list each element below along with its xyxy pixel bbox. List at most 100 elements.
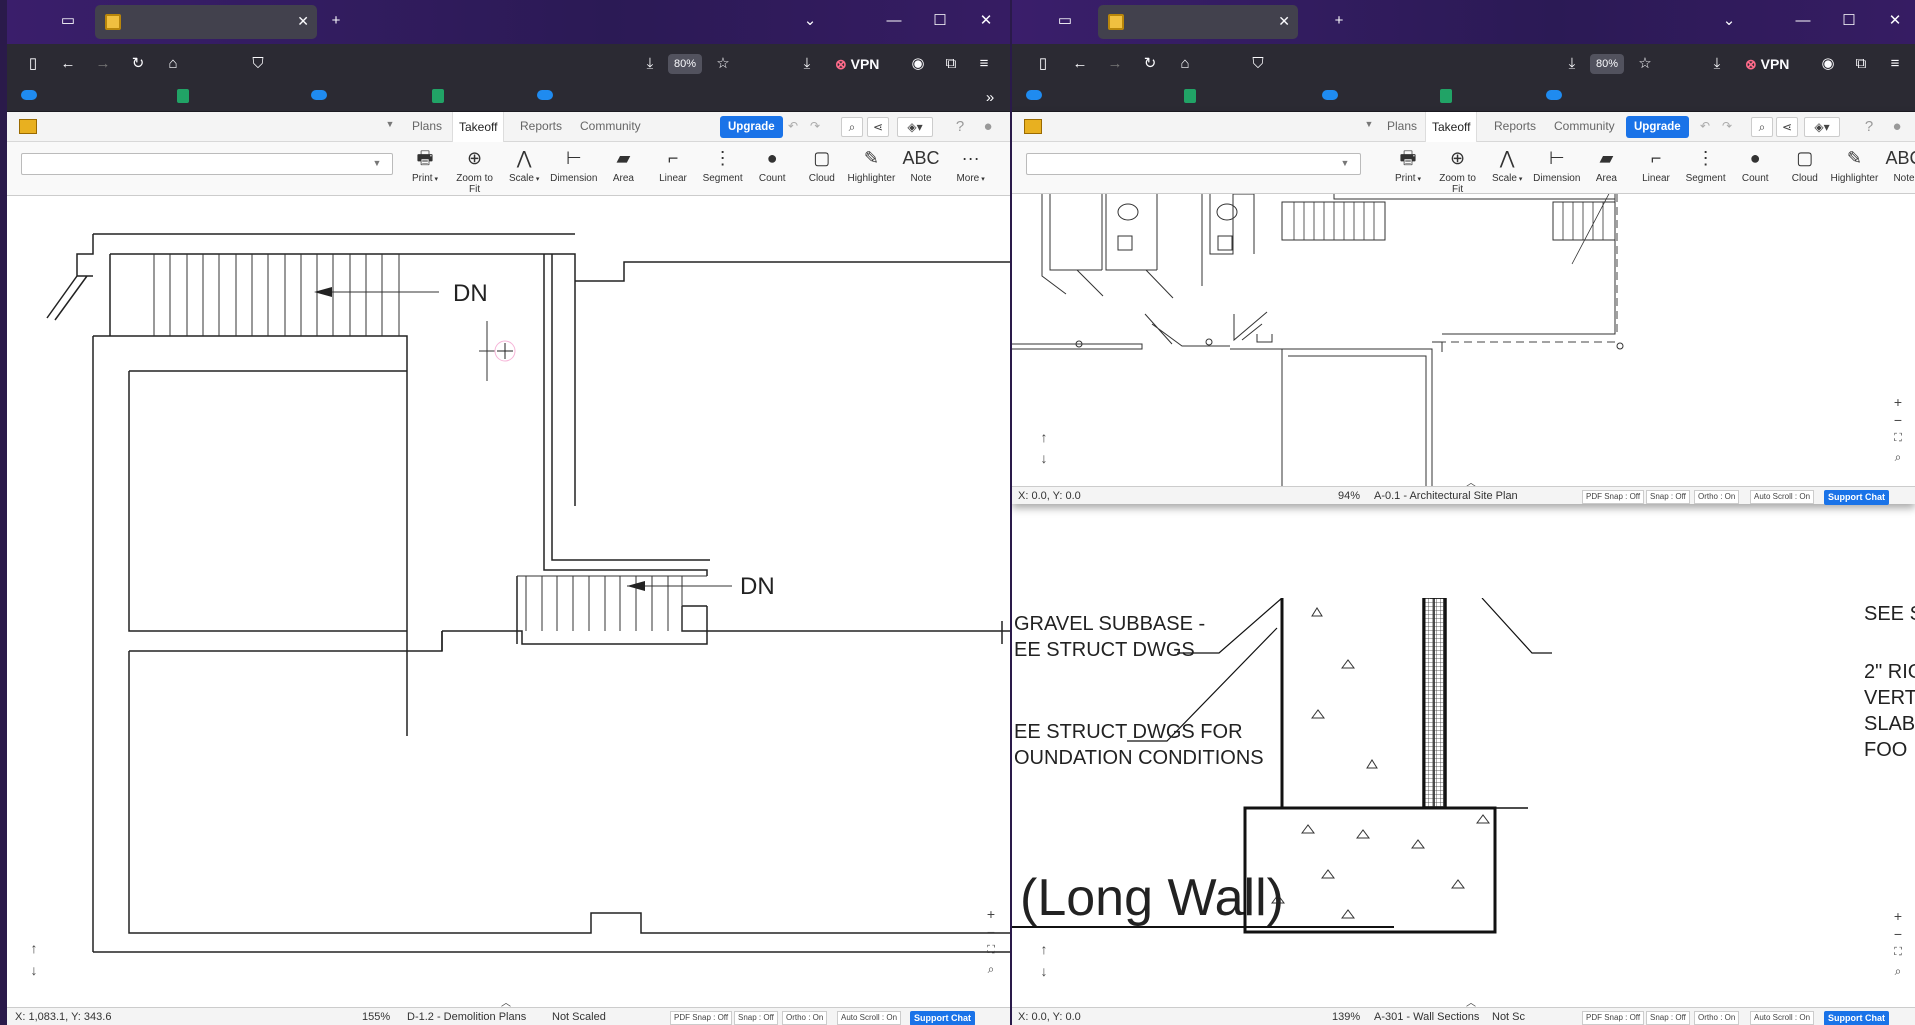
tool-segment-button[interactable]: ⋮ Segment bbox=[699, 147, 747, 184]
menu-plans[interactable]: Plans bbox=[412, 119, 442, 133]
star-icon[interactable]: ☆ bbox=[712, 56, 734, 71]
browser-tab[interactable]: ✕ bbox=[95, 5, 317, 39]
firefox-view-icon[interactable]: ▭ bbox=[57, 13, 79, 28]
zoom-indicator[interactable]: 80% bbox=[1590, 54, 1624, 74]
support-chat-button[interactable]: Support Chat bbox=[1824, 490, 1889, 505]
pdf-snap-toggle[interactable]: PDF Snap : Off bbox=[1582, 490, 1645, 504]
magnify-icon[interactable]: ⌕ bbox=[1889, 964, 1907, 979]
overflow-chevron-icon[interactable]: » bbox=[979, 90, 1001, 105]
fit-screen-icon[interactable]: ⛶ bbox=[1889, 432, 1907, 445]
auto-scroll-toggle[interactable]: Auto Scroll : On bbox=[1750, 490, 1815, 504]
menu-takeoff[interactable]: Takeoff bbox=[1425, 112, 1478, 142]
home-icon[interactable]: ⌂ bbox=[1174, 56, 1196, 71]
plan-selector[interactable]: ▼ bbox=[21, 153, 393, 175]
snap-toggle[interactable]: Snap : Off bbox=[1646, 490, 1690, 504]
layers-icon[interactable]: ◈▾ bbox=[897, 117, 933, 137]
support-chat-button[interactable]: Support Chat bbox=[1824, 1011, 1889, 1025]
star-icon[interactable]: ☆ bbox=[1634, 56, 1656, 71]
menu-plans[interactable]: Plans bbox=[1387, 119, 1417, 133]
tool-segment-button[interactable]: ⋮ Segment bbox=[1682, 147, 1730, 184]
tool-cloud-button[interactable]: ▢ Cloud bbox=[798, 147, 846, 184]
home-icon[interactable]: ⌂ bbox=[162, 56, 184, 71]
pdf-snap-toggle[interactable]: PDF Snap : Off bbox=[670, 1011, 733, 1025]
menu-community[interactable]: Community bbox=[1554, 119, 1615, 133]
magnify-icon[interactable]: ⌕ bbox=[1889, 450, 1907, 465]
menu-icon[interactable]: ≡ bbox=[973, 56, 995, 71]
user-icon[interactable]: ● bbox=[1886, 119, 1908, 134]
scroll-down-icon[interactable]: ↓ bbox=[1035, 450, 1053, 466]
tool-linear-button[interactable]: ⌐ Linear bbox=[649, 147, 697, 184]
snap-toggle[interactable]: Snap : Off bbox=[734, 1011, 778, 1025]
close-tab-icon[interactable]: ✕ bbox=[1278, 13, 1290, 30]
account-icon[interactable]: ◉ bbox=[1817, 56, 1839, 71]
shield-icon[interactable]: ⛉ bbox=[1247, 56, 1269, 71]
vpn-button[interactable]: ⊗ VPN bbox=[1745, 56, 1789, 73]
tool-zoom-to-fit-button[interactable]: ⊕ Zoom to Fit bbox=[1434, 147, 1482, 195]
tool-more-button[interactable]: ··· More ▾ bbox=[947, 147, 995, 184]
menu-takeoff[interactable]: Takeoff bbox=[452, 112, 505, 142]
share-icon[interactable]: ⋖ bbox=[867, 117, 889, 137]
auto-scroll-toggle[interactable]: Auto Scroll : On bbox=[837, 1011, 902, 1025]
scroll-down-icon[interactable]: ↓ bbox=[1035, 963, 1053, 979]
fit-screen-icon[interactable]: ⛶ bbox=[1889, 946, 1907, 959]
account-icon[interactable]: ◉ bbox=[907, 56, 929, 71]
page-zoom[interactable]: 139% bbox=[1332, 1011, 1360, 1023]
browser-tab[interactable]: ✕ bbox=[1098, 5, 1298, 39]
plan-selector[interactable]: ▼ bbox=[1026, 153, 1361, 175]
sheet-name[interactable]: D-1.2 - Demolition Plans bbox=[407, 1011, 526, 1023]
search-icon[interactable]: ⌕ bbox=[841, 117, 863, 137]
minimize-icon[interactable]: — bbox=[1792, 13, 1814, 28]
sheet-name[interactable]: A-301 - Wall Sections bbox=[1374, 1011, 1479, 1023]
tool-highlighter-button[interactable]: ✎ Highlighter bbox=[1830, 147, 1878, 184]
onedrive-icon[interactable] bbox=[537, 90, 553, 100]
user-icon[interactable]: ● bbox=[977, 119, 999, 134]
zoom-in-icon[interactable]: + bbox=[1889, 394, 1907, 410]
tool-zoom-to-fit-button[interactable]: ⊕ Zoom to Fit bbox=[451, 147, 499, 195]
tool-area-button[interactable]: ▰ Area bbox=[599, 147, 647, 184]
zoom-out-icon[interactable]: − bbox=[982, 924, 1000, 940]
save-page-icon[interactable]: ⤓ bbox=[1561, 56, 1583, 71]
tool-dimension-button[interactable]: ⊢ Dimension bbox=[550, 147, 598, 184]
scroll-up-icon[interactable]: ↑ bbox=[1035, 429, 1053, 445]
ortho-toggle[interactable]: Ortho : On bbox=[1694, 1011, 1740, 1025]
fit-screen-icon[interactable]: ⛶ bbox=[982, 944, 1000, 957]
tool-scale-button[interactable]: ⋀ Scale ▾ bbox=[500, 147, 548, 184]
close-window-icon[interactable]: ✕ bbox=[1884, 13, 1906, 28]
zoom-in-icon[interactable]: + bbox=[1889, 908, 1907, 924]
zoom-in-icon[interactable]: + bbox=[982, 906, 1000, 922]
tool-count-button[interactable]: ● Count bbox=[1731, 147, 1779, 184]
menu-reports[interactable]: Reports bbox=[520, 119, 562, 133]
scale-status[interactable]: Not Sc bbox=[1492, 1011, 1525, 1023]
dropdown-caret-icon[interactable]: ▼ bbox=[379, 120, 401, 129]
maximize-icon[interactable]: ☐ bbox=[1838, 13, 1860, 28]
sidebar-icon[interactable]: ▯ bbox=[22, 56, 44, 71]
new-tab-icon[interactable]: + bbox=[1328, 13, 1350, 28]
tool-count-button[interactable]: ● Count bbox=[748, 147, 796, 184]
tool-scale-button[interactable]: ⋀ Scale ▾ bbox=[1483, 147, 1531, 184]
excel-icon[interactable] bbox=[1440, 89, 1452, 103]
redo-icon[interactable]: ↷ bbox=[804, 120, 826, 132]
scroll-up-icon[interactable]: ↑ bbox=[25, 940, 43, 956]
tool-highlighter-button[interactable]: ✎ Highlighter bbox=[847, 147, 895, 184]
share-icon[interactable]: ⋖ bbox=[1776, 117, 1798, 137]
excel-icon[interactable] bbox=[1184, 89, 1196, 103]
close-window-icon[interactable]: ✕ bbox=[975, 13, 997, 28]
back-icon[interactable]: ← bbox=[1069, 56, 1091, 71]
back-icon[interactable]: ← bbox=[57, 56, 79, 71]
sidebar-icon[interactable]: ▯ bbox=[1032, 56, 1054, 71]
list-tabs-icon[interactable]: ⌄ bbox=[1718, 13, 1740, 28]
download-icon[interactable]: ⤓ bbox=[796, 56, 818, 71]
snap-toggle[interactable]: Snap : Off bbox=[1646, 1011, 1690, 1025]
plan-canvas-wall-sections[interactable]: GRAVEL SUBBASE - EE STRUCT DWGS EE STRUC… bbox=[1012, 598, 1915, 1009]
menu-reports[interactable]: Reports bbox=[1494, 119, 1536, 133]
zoom-out-icon[interactable]: − bbox=[1889, 926, 1907, 942]
tool-cloud-button[interactable]: ▢ Cloud bbox=[1781, 147, 1829, 184]
extensions-icon[interactable]: ⧉ bbox=[1850, 56, 1872, 71]
magnify-icon[interactable]: ⌕ bbox=[982, 962, 1000, 977]
onedrive-icon[interactable] bbox=[311, 90, 327, 100]
support-chat-button[interactable]: Support Chat bbox=[910, 1011, 975, 1025]
help-icon[interactable]: ? bbox=[1858, 119, 1880, 134]
minimize-icon[interactable]: — bbox=[883, 13, 905, 28]
help-icon[interactable]: ? bbox=[949, 119, 971, 134]
tool-note-button[interactable]: ABC Note bbox=[1880, 147, 1915, 184]
